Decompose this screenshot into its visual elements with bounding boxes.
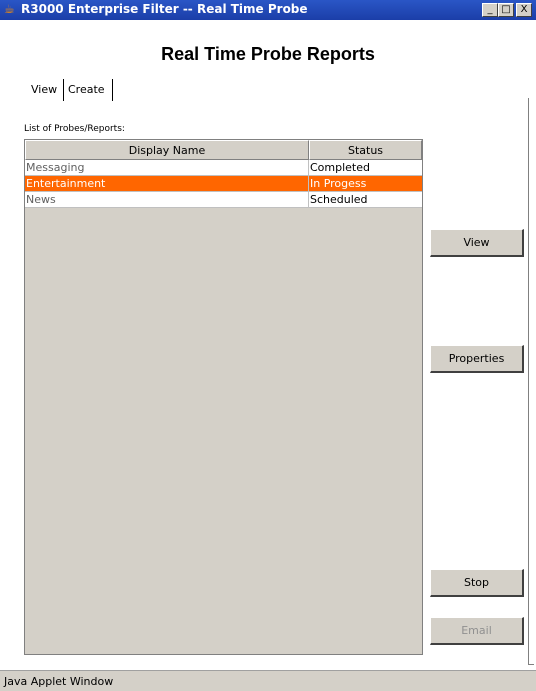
panel-border xyxy=(528,664,534,665)
window-title: R3000 Enterprise Filter -- Real Time Pro… xyxy=(21,2,308,16)
tab-view[interactable]: View xyxy=(31,80,57,100)
tab-divider xyxy=(63,79,64,101)
cell-status: In Progess xyxy=(309,176,422,192)
column-header-display-name[interactable]: Display Name xyxy=(25,140,309,160)
minimize-button[interactable]: _ xyxy=(482,3,498,17)
status-text: Java Applet Window xyxy=(4,675,114,688)
panel-border xyxy=(528,98,529,664)
stop-button[interactable]: Stop xyxy=(430,569,524,597)
list-label: List of Probes/Reports: xyxy=(24,124,125,134)
properties-button[interactable]: Properties xyxy=(430,345,524,373)
java-cup-icon: ☕ xyxy=(4,2,15,16)
email-button[interactable]: Email xyxy=(430,617,524,645)
cell-display-name: News xyxy=(25,192,309,208)
column-header-status[interactable]: Status xyxy=(309,140,422,160)
tab-create[interactable]: Create xyxy=(68,80,105,100)
status-bar: Java Applet Window xyxy=(0,670,536,691)
tab-divider xyxy=(112,79,113,101)
maximize-button[interactable]: □ xyxy=(498,3,514,17)
cell-status: Scheduled xyxy=(309,192,422,208)
table-row[interactable]: Messaging Completed xyxy=(25,160,422,176)
close-button[interactable]: X xyxy=(516,3,532,17)
cell-display-name: Entertainment xyxy=(25,176,309,192)
table-row[interactable]: News Scheduled xyxy=(25,192,422,208)
cell-display-name: Messaging xyxy=(25,160,309,176)
table-row[interactable]: Entertainment In Progess xyxy=(25,176,422,192)
view-button[interactable]: View xyxy=(430,229,524,257)
probes-table[interactable]: Display Name Status Messaging Completed … xyxy=(24,139,423,655)
page-title: Real Time Probe Reports xyxy=(161,44,375,64)
window-titlebar[interactable]: ☕ R3000 Enterprise Filter -- Real Time P… xyxy=(0,0,536,20)
cell-status: Completed xyxy=(309,160,422,176)
